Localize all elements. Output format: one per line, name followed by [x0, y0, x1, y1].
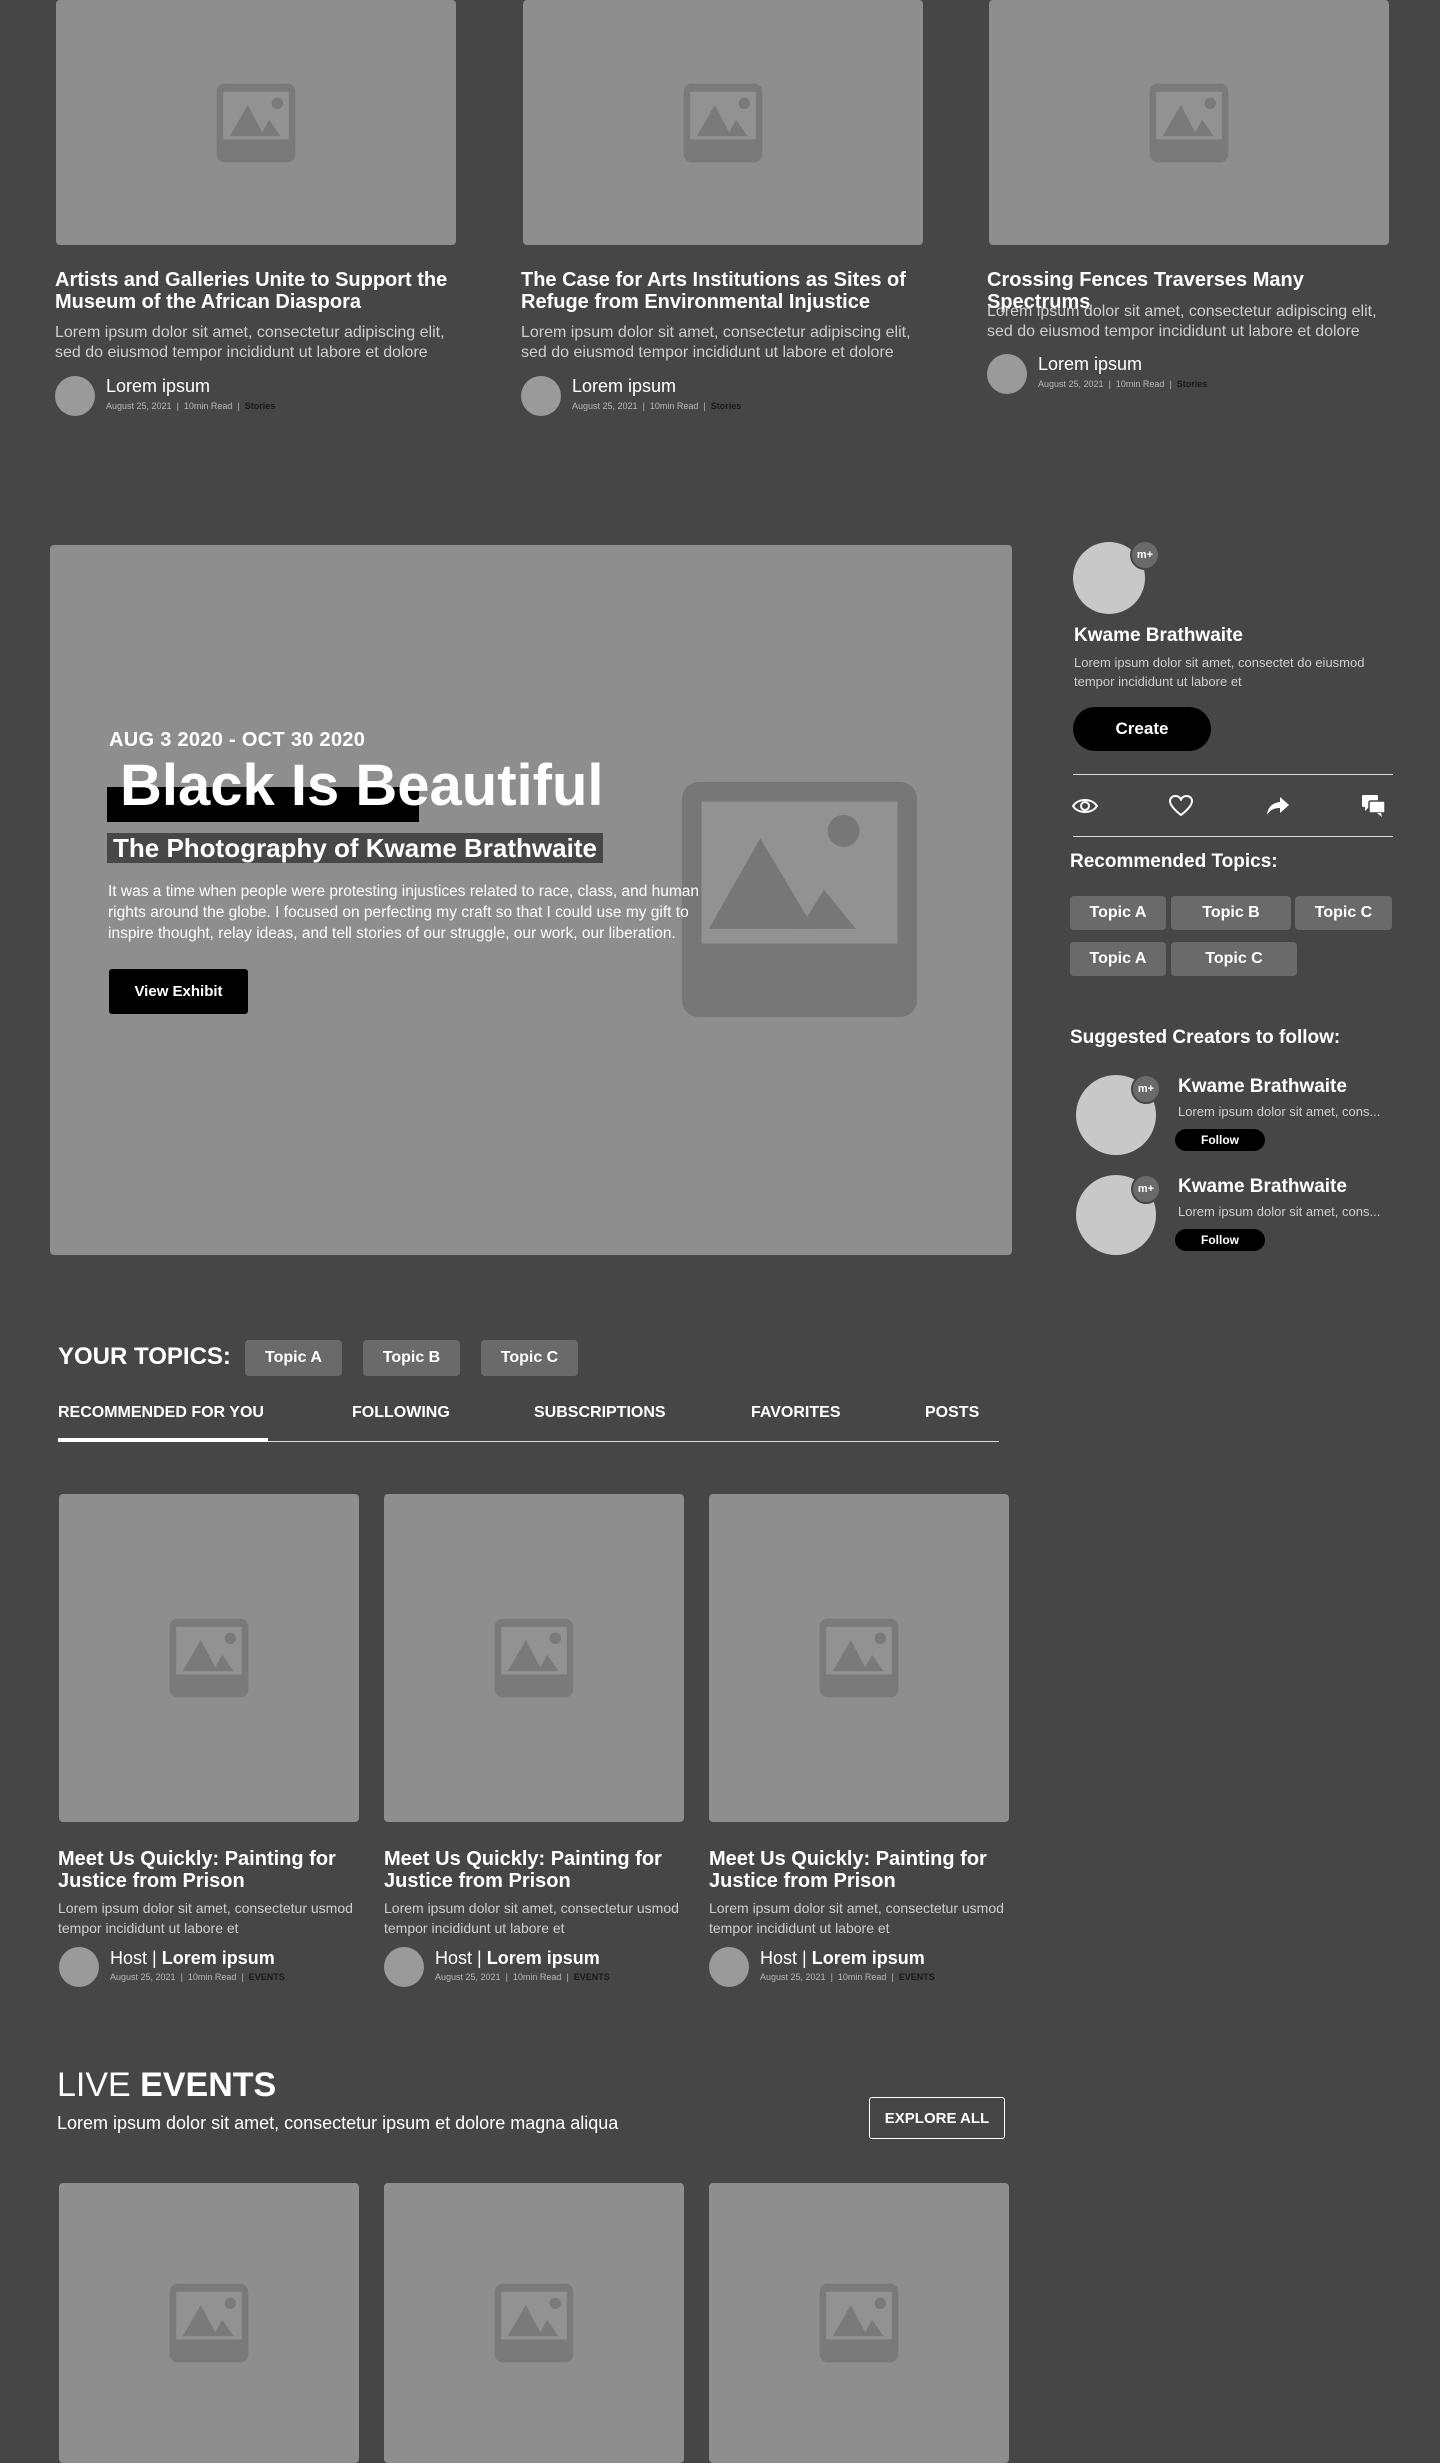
event-image[interactable] [709, 2183, 1009, 2463]
image-placeholder-icon [819, 2283, 899, 2363]
article-description: Lorem ipsum dolor sit amet, consectetur … [521, 324, 911, 361]
eye-icon[interactable] [1071, 795, 1099, 817]
image-placeholder-icon [1149, 83, 1229, 162]
host-line[interactable]: Host | Lorem ipsum [110, 1948, 275, 1969]
feed-meta: August 25, 2021 | 10min Read | EVENTS [435, 1972, 610, 1982]
your-topic-chip[interactable]: Topic C [481, 1340, 578, 1376]
comments-icon[interactable] [1361, 794, 1387, 818]
article-image[interactable] [56, 0, 456, 245]
author-name[interactable]: Lorem ipsum [572, 376, 676, 397]
your-topics-label: YOUR TOPICS: [58, 1343, 231, 1370]
creator-bio: Lorem ipsum dolor sit amet, cons... [1178, 1204, 1381, 1219]
event-image[interactable] [59, 2183, 359, 2463]
article-meta: August 25, 2021 | 10min Read | Stories [106, 401, 276, 411]
article-title[interactable]: The Case for Arts Institutions as Sites … [521, 269, 921, 313]
divider [1073, 774, 1393, 775]
image-placeholder-icon [216, 83, 296, 162]
follow-button[interactable]: Follow [1175, 1129, 1265, 1151]
host-line[interactable]: Host | Lorem ipsum [760, 1948, 925, 1969]
active-tab-indicator [58, 1438, 268, 1442]
share-icon[interactable] [1266, 795, 1290, 817]
feed-meta: August 25, 2021 | 10min Read | EVENTS [110, 1972, 285, 1982]
image-placeholder-icon [494, 2283, 574, 2363]
heart-icon[interactable] [1168, 794, 1194, 818]
feed-image[interactable] [59, 1494, 359, 1822]
author-name[interactable]: Lorem ipsum [106, 376, 210, 397]
topic-chip[interactable]: Topic A [1070, 896, 1166, 930]
profile-name[interactable]: Kwame Brathwaite [1074, 625, 1243, 647]
creator-name[interactable]: Kwame Brathwaite [1178, 1176, 1347, 1198]
your-topic-chip[interactable]: Topic A [245, 1340, 342, 1376]
topic-chip[interactable]: Topic C [1171, 942, 1297, 976]
topic-chip[interactable]: Topic C [1295, 896, 1392, 930]
author-avatar[interactable] [521, 376, 561, 416]
divider [1073, 836, 1393, 837]
feed-description: Lorem ipsum dolor sit amet, consectetur … [384, 1900, 679, 1936]
tab-recommended[interactable]: RECOMMENDED FOR YOU [58, 1404, 264, 1422]
feed-description: Lorem ipsum dolor sit amet, consectetur … [709, 1900, 1004, 1936]
article-meta: August 25, 2021 | 10min Read | Stories [1038, 379, 1208, 389]
article-description: Lorem ipsum dolor sit amet, consectetur … [55, 324, 445, 361]
host-avatar[interactable] [709, 1947, 749, 1987]
article-meta: August 25, 2021 | 10min Read | Stories [572, 401, 742, 411]
article-image[interactable] [523, 0, 923, 245]
article-title[interactable]: Artists and Galleries Unite to Support t… [55, 269, 455, 313]
feed-image[interactable] [709, 1494, 1009, 1822]
image-placeholder-icon [169, 2283, 249, 2363]
suggested-creators-heading: Suggested Creators to follow: [1070, 1027, 1341, 1048]
follow-button[interactable]: Follow [1175, 1229, 1265, 1251]
article-image[interactable] [989, 0, 1389, 245]
membership-badge: m+ [1131, 1174, 1161, 1204]
host-avatar[interactable] [384, 1947, 424, 1987]
live-events-subtitle: Lorem ipsum dolor sit amet, consectetur … [57, 2113, 619, 2133]
author-avatar[interactable] [55, 376, 95, 416]
feed-title[interactable]: Meet Us Quickly: Painting for Justice fr… [384, 1848, 684, 1892]
topic-chip[interactable]: Topic B [1171, 896, 1291, 930]
create-button[interactable]: Create [1073, 707, 1211, 751]
article-description: Lorem ipsum dolor sit amet, consectetur … [987, 303, 1377, 340]
feed-image[interactable] [384, 1494, 684, 1822]
hero-dates: AUG 3 2020 - OCT 30 2020 [109, 729, 366, 751]
feed-description: Lorem ipsum dolor sit amet, consectetur … [58, 1900, 353, 1936]
tab-favorites[interactable]: FAVORITES [751, 1404, 841, 1422]
creator-bio: Lorem ipsum dolor sit amet, cons... [1178, 1104, 1381, 1119]
hero-description: It was a time when people were protestin… [108, 883, 700, 942]
profile-bio: Lorem ipsum dolor sit amet, consectet do… [1074, 655, 1365, 689]
hero-banner: AUG 3 2020 - OCT 30 2020 Black Is Beauti… [50, 545, 1012, 1255]
feed-title[interactable]: Meet Us Quickly: Painting for Justice fr… [709, 1848, 1009, 1892]
tab-following[interactable]: FOLLOWING [352, 1404, 450, 1422]
host-line[interactable]: Host | Lorem ipsum [435, 1948, 600, 1969]
feed-title[interactable]: Meet Us Quickly: Painting for Justice fr… [58, 1848, 358, 1892]
membership-badge: m+ [1131, 1074, 1161, 1104]
recommended-topics-heading: Recommended Topics: [1070, 851, 1278, 872]
host-avatar[interactable] [59, 1947, 99, 1987]
topic-chip[interactable]: Topic A [1070, 942, 1166, 976]
membership-badge: m+ [1130, 540, 1160, 570]
tab-posts[interactable]: POSTS [925, 1404, 979, 1422]
hero-subtitle: The Photography of Kwame Brathwaite [107, 833, 603, 863]
creator-name[interactable]: Kwame Brathwaite [1178, 1076, 1347, 1098]
image-placeholder-icon [683, 83, 763, 162]
image-placeholder-icon [494, 1618, 574, 1698]
view-exhibit-button[interactable]: View Exhibit [109, 969, 248, 1014]
live-events-heading: LIVE EVENTS [57, 2066, 277, 2104]
tab-subscriptions[interactable]: SUBSCRIPTIONS [534, 1404, 666, 1422]
event-image[interactable] [384, 2183, 684, 2463]
author-name[interactable]: Lorem ipsum [1038, 354, 1142, 375]
image-placeholder-icon [819, 1618, 899, 1698]
explore-all-button[interactable]: EXPLORE ALL [869, 2097, 1005, 2139]
image-placeholder-icon [169, 1618, 249, 1698]
your-topic-chip[interactable]: Topic B [363, 1340, 460, 1376]
feed-meta: August 25, 2021 | 10min Read | EVENTS [760, 1972, 935, 1982]
hero-title: Black Is Beautiful [120, 753, 604, 818]
author-avatar[interactable] [987, 354, 1027, 394]
